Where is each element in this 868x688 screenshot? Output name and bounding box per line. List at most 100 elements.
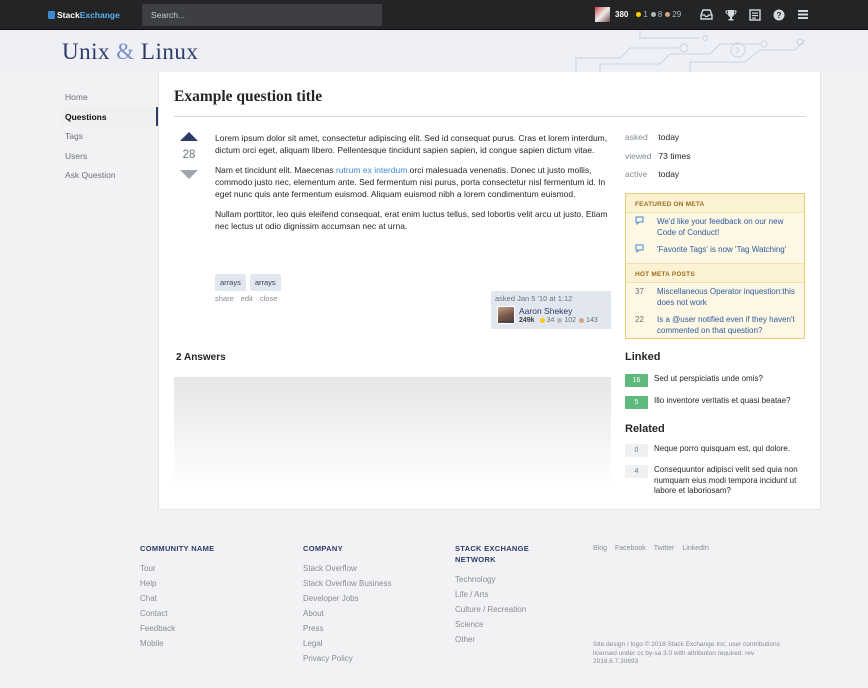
nav-users[interactable]: Users [60,146,158,166]
footer-link[interactable]: Stack Overflow Business [303,579,443,594]
inbox-icon[interactable] [700,8,713,21]
answer-placeholder [174,377,611,487]
post-menu: share edit close [215,294,277,303]
tag[interactable]: arrays [215,274,246,291]
footer: COMMUNITY NAME Tour Help Chat Contact Fe… [0,510,868,688]
svg-text:?: ? [776,11,781,20]
trophy-icon[interactable] [724,8,737,21]
stat-label: asked [625,132,648,142]
related-item[interactable]: 0 Neque porro quisquam est, qui dolore. [625,444,805,457]
footer-column: COMPANY Stack Overflow Stack Overflow Bu… [303,543,443,669]
featured-meta-item[interactable]: 'Favorite Tags' is now 'Tag Watching' [626,241,804,259]
avatar[interactable] [595,7,610,22]
linked-item[interactable]: 5 Illo inventore veritatis et quasi beata… [625,396,805,409]
paragraph: Lorem ipsum dolor sit amet, consectetur … [215,133,608,155]
widget-header: FEATURED ON META [626,194,804,213]
tag[interactable]: arrays [249,274,281,291]
footer-column: STACK EXCHANGE NETWORK Technology Life /… [455,543,545,650]
question-title[interactable]: Example question title [174,88,322,106]
footer-link[interactable]: Privacy Policy [303,654,443,669]
score-badge: 5 [625,396,648,409]
footer-link[interactable]: Life / Arts [455,590,545,605]
nav-ask-question[interactable]: Ask Question [60,165,158,185]
question-stats: asked today viewed 73 times active today [625,132,815,188]
gold-badge-icon [636,12,642,17]
footer-link[interactable]: Feedback [140,624,280,639]
user-reputation: 249k 34 102 143 [519,317,598,324]
vote-cell: 28 [178,132,200,179]
footer-link[interactable]: Developer Jobs [303,594,443,609]
main-content: Example question title 28 Lorem ipsum do… [158,72,821,510]
edit-link[interactable]: edit [241,294,253,303]
site-logo[interactable]: Unix & Linux [62,39,198,65]
footer-link[interactable]: Help [140,579,280,594]
social-links: Blog Facebook Twitter LinkedIn [593,545,709,552]
footer-link[interactable]: Contact [140,609,280,624]
facebook-link[interactable]: Facebook [615,545,646,552]
nav-home[interactable]: Home [60,87,158,107]
tag-list: arrays arrays [215,274,281,291]
footer-heading: STACK EXCHANGE NETWORK [455,544,530,564]
help-icon[interactable]: ? [772,8,785,21]
footer-link[interactable]: Technology [455,575,545,590]
answers-header: 2 Answers [176,352,226,363]
score-badge: 0 [625,444,648,457]
downvote-arrow-icon[interactable] [180,170,198,179]
nav-tags[interactable]: Tags [60,126,158,146]
close-link[interactable]: close [260,294,278,303]
hot-meta-item[interactable]: 22 Is a @user notified even if they haven… [626,311,804,339]
bronze-badge-icon [665,12,671,17]
linkedin-link[interactable]: LinkedIn [682,545,708,552]
meta-sidebar-widget: FEATURED ON META We'd like your feedback… [625,193,805,339]
avatar[interactable] [497,306,515,324]
footer-link[interactable]: Culture / Recreation [455,605,545,620]
vote-count: 28 [182,149,196,161]
footer-link[interactable]: Science [455,620,545,635]
footer-link[interactable]: Tour [140,564,280,579]
gold-badge-icon [539,318,545,323]
score-badge: 4 [625,465,648,478]
inline-link[interactable]: rutrum ex interdum [336,165,407,175]
featured-meta-item[interactable]: We'd like your feedback on our new Code … [626,213,804,241]
footer-link[interactable]: Stack Overflow [303,564,443,579]
speech-bubble-icon [635,216,657,238]
nav-questions[interactable]: Questions [60,106,158,126]
upvote-arrow-icon[interactable] [180,132,198,141]
footer-link[interactable]: Chat [140,594,280,609]
linked-header: Linked [625,351,661,363]
site-header: Unix & Linux [0,30,868,72]
footer-link[interactable]: Press [303,624,443,639]
footer-link[interactable]: Legal [303,639,443,654]
reputation: 380 [615,10,629,19]
footer-link[interactable]: About [303,609,443,624]
site-switcher-icon[interactable] [796,8,809,21]
widget-header: HOT META POSTS [626,263,804,283]
stackexchange-logo[interactable]: Stack Exchange [48,10,120,20]
twitter-link[interactable]: Twitter [654,545,675,552]
hot-meta-item[interactable]: 37 Miscellaneous Operator inquestion:this… [626,283,804,311]
user-name[interactable]: Aaron Shekey [519,306,572,316]
stat-label: active [625,169,648,179]
bronze-badge-icon [579,318,585,323]
owner-card: asked Jan 5 '10 at 1:12 Aaron Shekey 249… [491,291,611,329]
footer-link[interactable]: Other [455,635,545,650]
stat-value: 73 times [658,150,691,161]
related-item[interactable]: 4 Consequuntor adipisci velit sed quia no… [625,465,805,497]
silver-badge-count: 8 [657,10,663,19]
user-card[interactable]: 380 1 8 29 [595,7,681,22]
paragraph: Nullam porttitor, leo quis eleifend cons… [215,209,608,231]
asked-timestamp: asked Jan 5 '10 at 1:12 [495,294,573,303]
share-link[interactable]: share [215,294,234,303]
gold-badge-count: 1 [643,10,648,19]
silver-badge-icon [650,12,656,17]
stat-value: today [658,169,680,179]
stackexchange-logo-icon [48,11,55,19]
footer-link[interactable]: Mobile [140,639,280,654]
linked-item[interactable]: 16 Sed ut perspiciatis unde omis? [625,374,805,387]
related-header: Related [625,423,665,435]
search-input[interactable]: Search... [142,4,382,26]
blog-link[interactable]: Blog [593,545,607,552]
left-nav: Home Questions Tags Users Ask Question [60,87,158,185]
question-body: Lorem ipsum dolor sit amet, consectetur … [215,132,611,240]
review-icon[interactable] [748,8,761,21]
